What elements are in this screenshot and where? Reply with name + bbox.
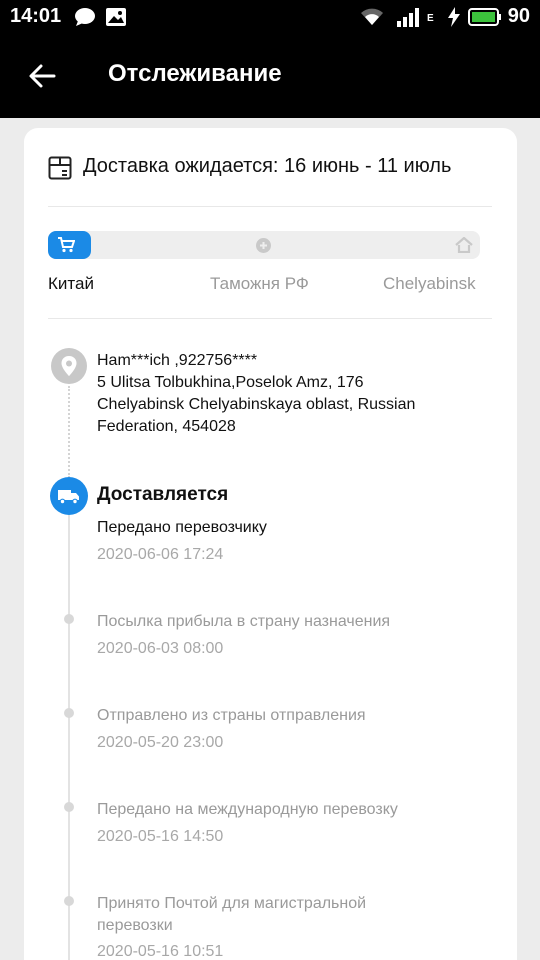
battery-level: 90 — [507, 5, 530, 27]
shipping-address: Ham***ich ,922756**** 5 Ulitsa Tolbukhin… — [97, 350, 497, 438]
shipping-progress-bar — [48, 231, 480, 259]
timeline-line — [68, 515, 70, 960]
status-time: 14:01 — [10, 5, 62, 27]
customs-icon — [255, 237, 272, 259]
divider — [48, 206, 492, 207]
timeline-dot — [64, 708, 74, 718]
truck-icon — [50, 477, 88, 515]
delivery-estimate: Доставка ожидается: 16 июнь - 11 июль — [48, 154, 494, 184]
battery-icon — [468, 7, 502, 32]
event-description: Передано перевозчику — [97, 519, 267, 536]
event-description: Посылка прибыла в страну назначения — [97, 613, 391, 630]
signal-icon — [397, 7, 421, 32]
event-time: 2020-05-16 10:51 — [97, 943, 224, 960]
address-line: Federation, 454028 — [97, 418, 236, 435]
event-time: 2020-05-20 23:00 — [97, 734, 224, 751]
event-description: Передано на международную перевозку — [97, 801, 398, 818]
tracking-card: Доставка ожидается: 16 июнь - 11 июль Ки… — [24, 128, 517, 960]
cart-icon — [57, 237, 76, 258]
timeline-dot — [64, 802, 74, 812]
chat-icon — [74, 7, 96, 32]
home-icon — [455, 236, 473, 258]
event-time: 2020-05-16 14:50 — [97, 828, 224, 845]
network-type: E — [427, 13, 434, 24]
event-time: 2020-06-06 17:24 — [97, 546, 224, 563]
stage-customs: Таможня РФ — [210, 274, 309, 293]
page-title: Отслеживание — [108, 60, 282, 87]
calendar-icon — [48, 156, 72, 185]
timeline-dotted-line — [68, 386, 70, 478]
address-line: 5 Ulitsa Tolbukhina,Poselok Amz, 176 — [97, 374, 364, 391]
timeline-dot — [64, 896, 74, 906]
stage-china: Китай — [48, 274, 94, 293]
stage-destination: Chelyabinsk — [383, 274, 476, 293]
image-icon — [105, 7, 127, 32]
location-pin-icon — [51, 348, 87, 384]
event-description: Принято Почтой для магистральной перевоз… — [97, 895, 367, 934]
charging-icon — [447, 7, 461, 32]
current-status-title: Доставляется — [97, 484, 229, 505]
address-line: Chelyabinsk Chelyabinskaya oblast, Russi… — [97, 396, 416, 413]
status-bar: 14:01 E 90 — [0, 0, 540, 34]
timeline-dot — [64, 614, 74, 624]
app-bar: Отслеживание — [0, 34, 540, 118]
divider — [48, 318, 492, 319]
delivery-estimate-text: Доставка ожидается: 16 июнь - 11 июль — [83, 155, 452, 177]
address-line: Ham***ich ,922756**** — [97, 352, 258, 369]
wifi-icon — [360, 7, 384, 32]
event-description: Отправлено из страны отправления — [97, 707, 366, 724]
event-time: 2020-06-03 08:00 — [97, 640, 224, 657]
back-arrow-icon[interactable] — [26, 60, 58, 92]
